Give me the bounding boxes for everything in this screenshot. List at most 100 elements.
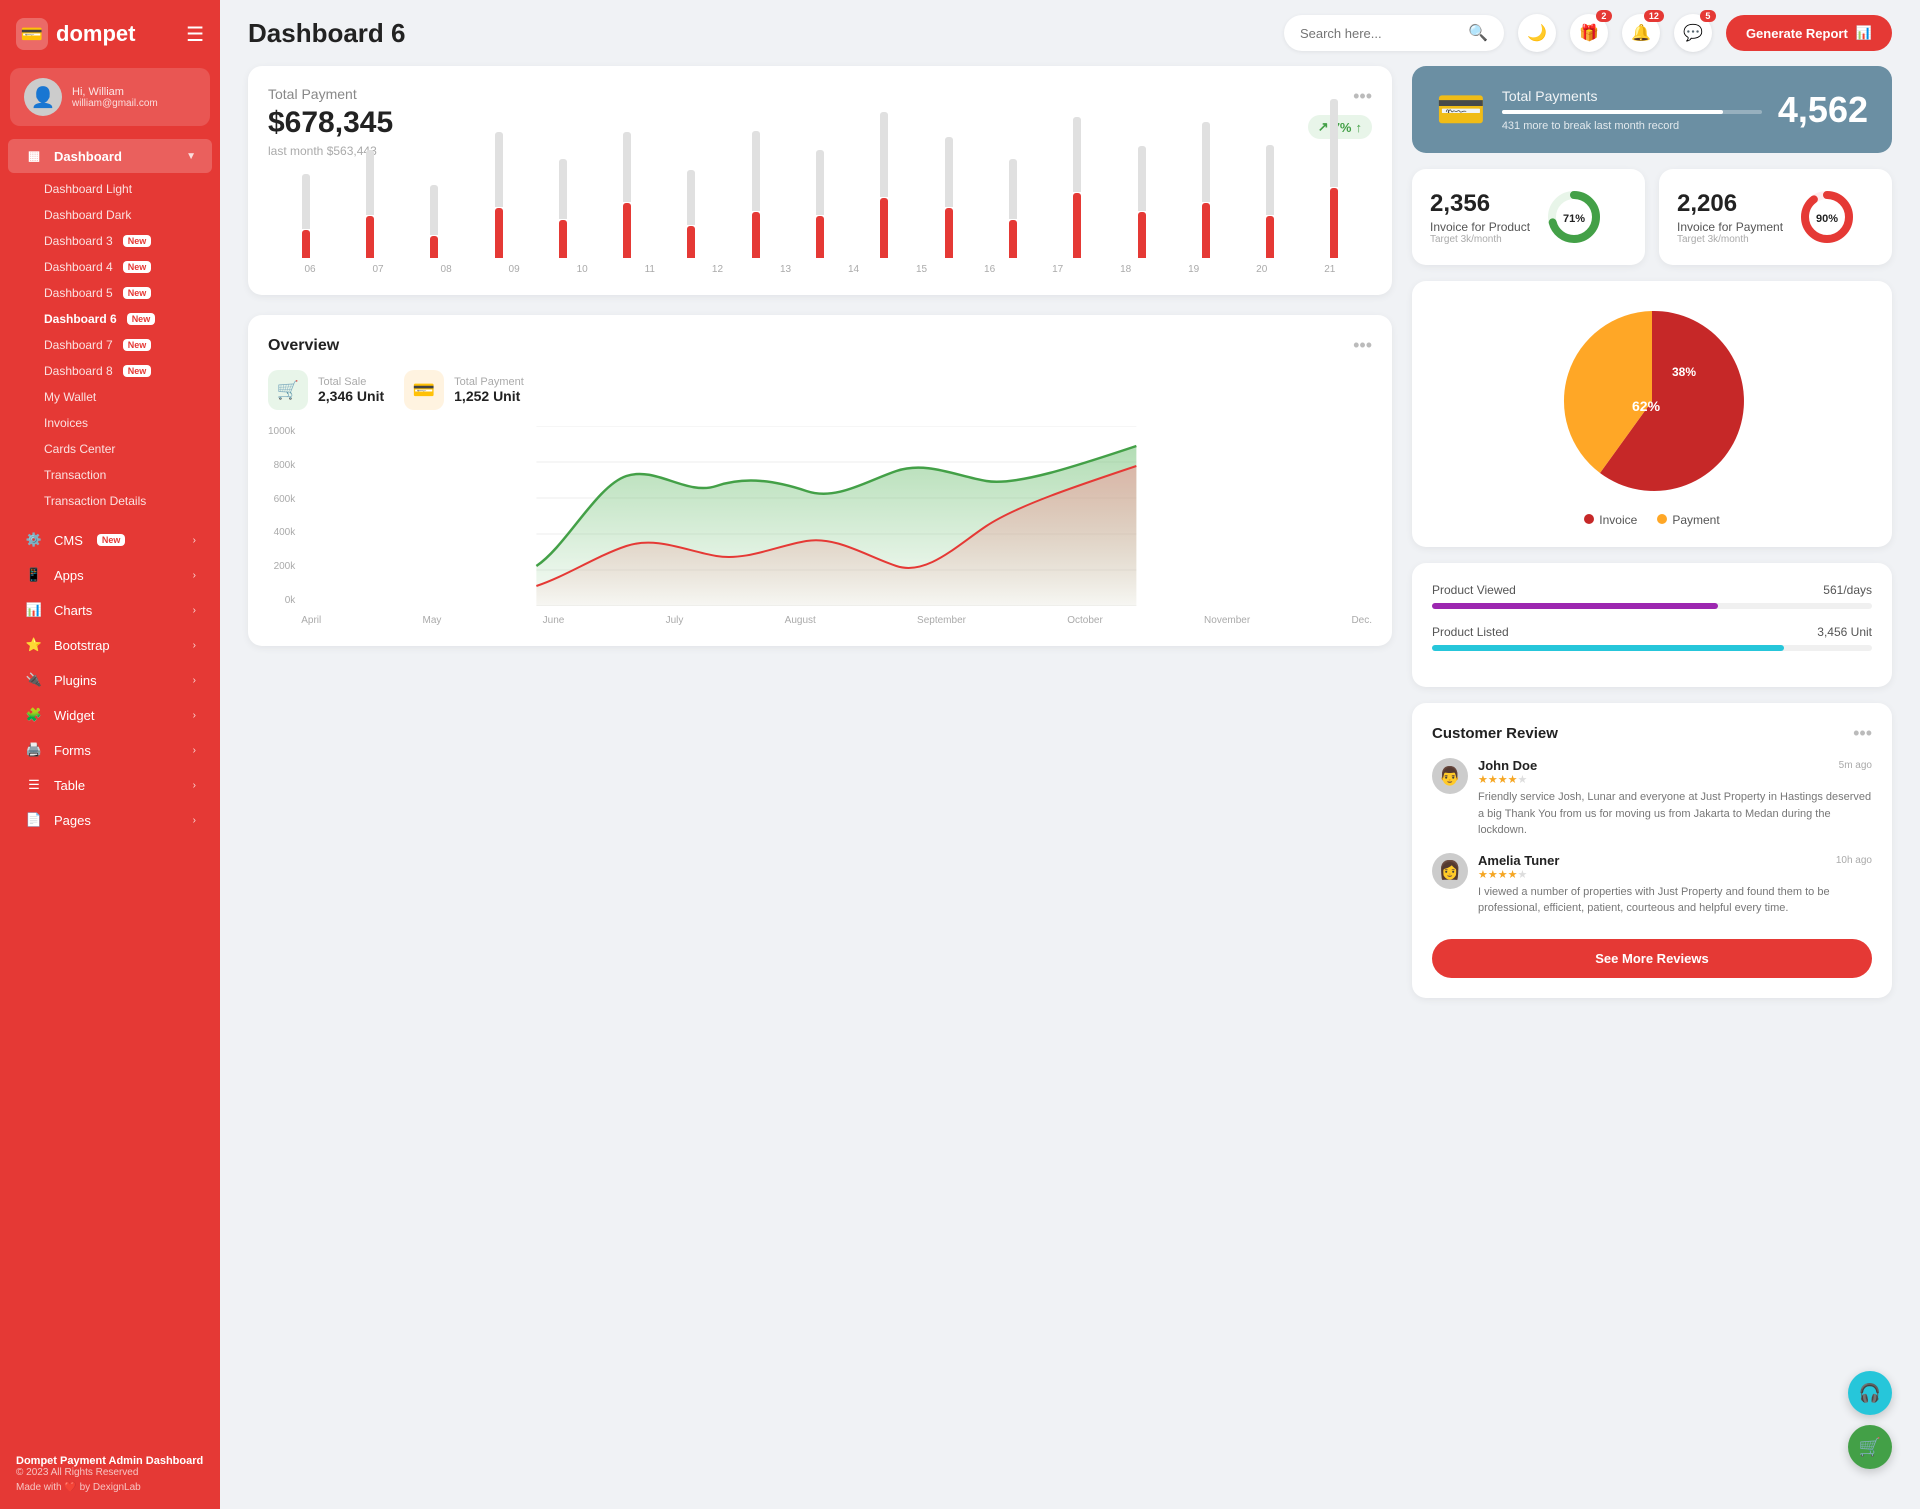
blue-payments-card: 💳 Total Payments 431 more to break last … xyxy=(1412,66,1892,153)
reviewer-avatar-1: 👨 xyxy=(1432,758,1468,794)
sidebar-item-dashboard-light[interactable]: Dashboard Light xyxy=(0,176,220,202)
sidebar-item-my-wallet[interactable]: My Wallet xyxy=(0,384,220,410)
product-viewed-label: Product Viewed xyxy=(1432,583,1516,597)
avatar: 👤 xyxy=(24,78,62,116)
pie-chart-svg: 62% 38% xyxy=(1552,301,1752,501)
search-icon: 🔍 xyxy=(1468,23,1488,43)
notifications-button[interactable]: 🔔 12 xyxy=(1622,14,1660,52)
pages-arrow-icon: › xyxy=(193,815,196,826)
nav-widget[interactable]: 🧩Widget › xyxy=(8,698,212,732)
topbar-right: 🔍 🌙 🎁 2 🔔 12 💬 5 Generate Report 📊 xyxy=(1284,14,1892,52)
invoice-payment-card: 2,206 Invoice for Payment Target 3k/mont… xyxy=(1659,169,1892,265)
search-box[interactable]: 🔍 xyxy=(1284,15,1504,51)
gift-button[interactable]: 🎁 2 xyxy=(1570,14,1608,52)
hamburger-button[interactable]: ☰ xyxy=(186,22,204,47)
nav-charts[interactable]: 📊Charts › xyxy=(8,593,212,627)
invoice-product-target: Target 3k/month xyxy=(1430,234,1530,245)
invoice-product-label: Invoice for Product xyxy=(1430,220,1530,234)
sidebar-item-transaction[interactable]: Transaction xyxy=(0,462,220,488)
cms-arrow-icon: › xyxy=(193,535,196,546)
svg-text:71%: 71% xyxy=(1563,213,1585,225)
sidebar-item-cards-center[interactable]: Cards Center xyxy=(0,436,220,462)
review-title: Customer Review xyxy=(1432,725,1558,742)
reviewer-name-1: John Doe xyxy=(1478,758,1537,773)
sidebar: 💳 dompet ☰ 👤 Hi, William william@gmail.c… xyxy=(0,0,220,1509)
nav-table[interactable]: ☰Table › xyxy=(8,768,212,802)
support-fab-button[interactable]: 🎧 xyxy=(1848,1371,1892,1415)
invoice-payment-label: Invoice for Payment xyxy=(1677,220,1783,234)
logo: 💳 dompet xyxy=(16,18,135,50)
pie-legend: Invoice Payment xyxy=(1584,513,1719,527)
plugins-arrow-icon: › xyxy=(193,675,196,686)
see-more-reviews-button[interactable]: See More Reviews xyxy=(1432,939,1872,978)
sidebar-item-dashboard-7[interactable]: Dashboard 7 New xyxy=(0,332,220,358)
nav-forms[interactable]: 🖨️Forms › xyxy=(8,733,212,767)
sidebar-item-dashboard-5[interactable]: Dashboard 5 New xyxy=(0,280,220,306)
pie-chart-card: 62% 38% Invoice Payment xyxy=(1412,281,1892,547)
review-text-2: I viewed a number of properties with Jus… xyxy=(1478,884,1872,917)
search-input[interactable] xyxy=(1300,26,1460,41)
page-title: Dashboard 6 xyxy=(248,18,406,49)
left-column: Total Payment $678,345 last month $563,4… xyxy=(248,66,1392,998)
review-stars-1: ★★★★★ xyxy=(1478,773,1872,786)
widget-arrow-icon: › xyxy=(193,710,196,721)
product-listed-metric: Product Listed 3,456 Unit xyxy=(1432,625,1872,651)
forms-arrow-icon: › xyxy=(193,745,196,756)
review-item-2: 👩 Amelia Tuner 10h ago ★★★★★ I viewed a … xyxy=(1432,853,1872,917)
sidebar-item-dashboard-4[interactable]: Dashboard 4 New xyxy=(0,254,220,280)
sidebar-item-invoices[interactable]: Invoices xyxy=(0,410,220,436)
nav-bootstrap[interactable]: ⭐Bootstrap › xyxy=(8,628,212,662)
sidebar-item-transaction-details[interactable]: Transaction Details xyxy=(0,488,220,514)
user-greeting: Hi, William xyxy=(72,86,158,98)
sidebar-header: 💳 dompet ☰ xyxy=(0,0,220,68)
blue-card-sub: 431 more to break last month record xyxy=(1502,120,1762,132)
product-viewed-value: 561/days xyxy=(1823,583,1872,597)
invoice-cards-row: 2,356 Invoice for Product Target 3k/mont… xyxy=(1412,169,1892,265)
cart-fab-button[interactable]: 🛒 xyxy=(1848,1425,1892,1469)
dashboard-submenu: Dashboard Light Dashboard Dark Dashboard… xyxy=(0,174,220,518)
nav-plugins[interactable]: 🔌Plugins › xyxy=(8,663,212,697)
total-sale-icon: 🛒 xyxy=(268,370,308,410)
main-grid: Total Payment $678,345 last month $563,4… xyxy=(248,66,1892,998)
wallet-icon: 💳 xyxy=(1436,86,1486,133)
total-payment-overview-icon: 💳 xyxy=(404,370,444,410)
sidebar-item-dashboard-dark[interactable]: Dashboard Dark xyxy=(0,202,220,228)
sidebar-item-dashboard-3[interactable]: Dashboard 3 New xyxy=(0,228,220,254)
nav-cms[interactable]: ⚙️CMSNew › xyxy=(8,523,212,557)
product-listed-label: Product Listed xyxy=(1432,625,1509,639)
sidebar-item-dashboard-6[interactable]: Dashboard 6 New xyxy=(0,306,220,332)
messages-button[interactable]: 💬 5 xyxy=(1674,14,1712,52)
review-more-icon[interactable]: ••• xyxy=(1853,723,1872,744)
invoice-payment-target: Target 3k/month xyxy=(1677,234,1783,245)
main-content: Dashboard 6 🔍 🌙 🎁 2 🔔 12 💬 5 Generate Re… xyxy=(220,0,1920,1509)
review-item: 👨 John Doe 5m ago ★★★★★ Friendly service… xyxy=(1432,758,1872,839)
svg-text:90%: 90% xyxy=(1816,213,1838,225)
dashboard-nav: ▦ Dashboard ▼ Dashboard Light Dashboard … xyxy=(0,134,220,522)
review-time-1: 5m ago xyxy=(1839,760,1872,771)
nav-dashboard[interactable]: ▦ Dashboard ▼ xyxy=(8,139,212,173)
heart-icon: ❤️ xyxy=(64,1482,76,1493)
overview-title: Overview xyxy=(268,337,339,355)
topbar: Dashboard 6 🔍 🌙 🎁 2 🔔 12 💬 5 Generate Re… xyxy=(220,0,1920,66)
generate-report-button[interactable]: Generate Report 📊 xyxy=(1726,15,1892,51)
nav-apps[interactable]: 📱Apps › xyxy=(8,558,212,592)
overview-more-icon[interactable]: ••• xyxy=(1353,335,1372,356)
theme-toggle-button[interactable]: 🌙 xyxy=(1518,14,1556,52)
dashboard-icon: ▦ xyxy=(24,148,44,164)
blue-card-title: Total Payments xyxy=(1502,88,1762,104)
sidebar-item-dashboard-8[interactable]: Dashboard 8 New xyxy=(0,358,220,384)
invoice-payment-value: 2,206 xyxy=(1677,190,1783,218)
arrow-icon: ▼ xyxy=(186,151,196,162)
nav-groups: ⚙️CMSNew › 📱Apps › 📊Charts › ⭐Bootstrap … xyxy=(0,522,220,838)
table-arrow-icon: › xyxy=(193,780,196,791)
invoice-product-card: 2,356 Invoice for Product Target 3k/mont… xyxy=(1412,169,1645,265)
review-text-1: Friendly service Josh, Lunar and everyon… xyxy=(1478,789,1872,839)
review-stars-2: ★★★★★ xyxy=(1478,868,1872,881)
user-email: william@gmail.com xyxy=(72,98,158,109)
overview-card: Overview ••• 🛒 Total Sale 2,346 Unit xyxy=(248,315,1392,646)
gift-badge: 2 xyxy=(1596,10,1612,22)
review-time-2: 10h ago xyxy=(1836,855,1872,866)
nav-pages[interactable]: 📄Pages › xyxy=(8,803,212,837)
area-chart-svg xyxy=(301,426,1372,606)
product-viewed-metric: Product Viewed 561/days xyxy=(1432,583,1872,609)
